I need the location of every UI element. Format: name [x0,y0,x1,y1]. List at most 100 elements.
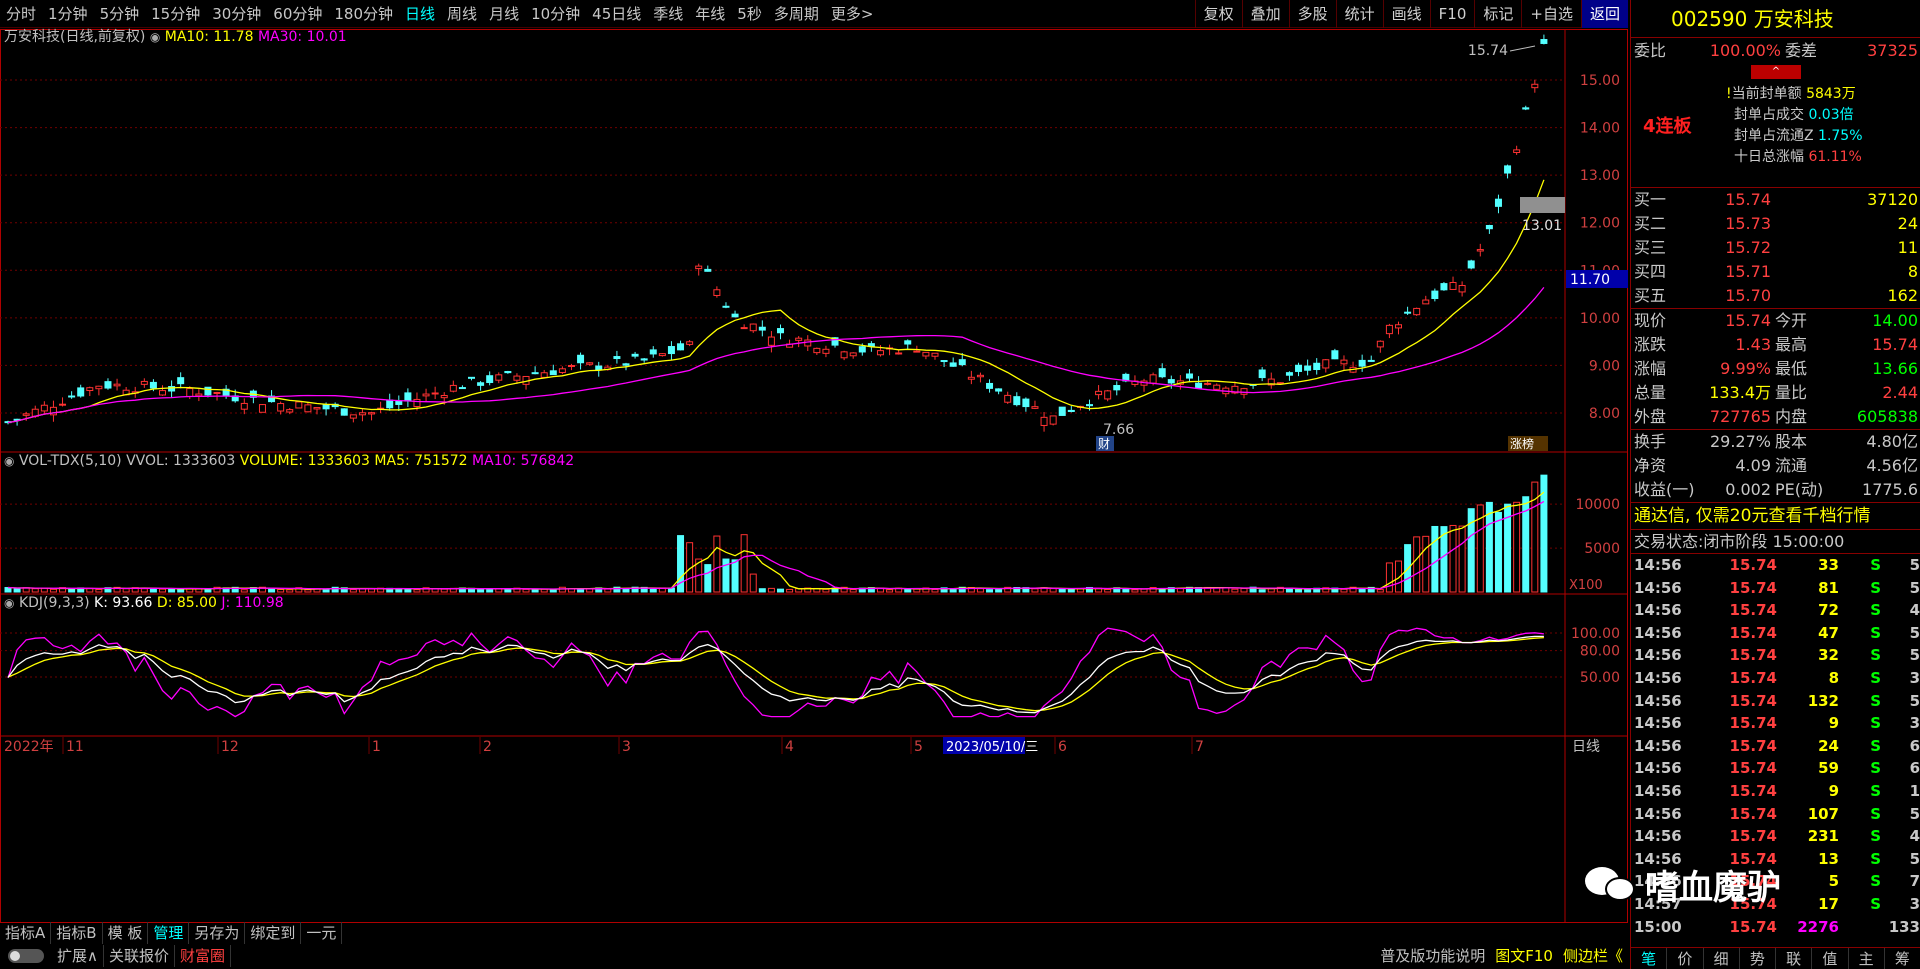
dropdown-icon[interactable]: ◉ [150,30,160,44]
period-tab-0[interactable]: 分时 [0,0,42,28]
period-tab-14[interactable]: 5秒 [731,0,768,28]
ten-day-value: 61.11% [1808,149,1862,165]
toolbar-button-0[interactable]: 复权 [1194,0,1242,28]
candle-body [577,354,585,364]
tick-row: 15:00 15.74 2276 133 [1631,916,1920,939]
candle-body [1404,311,1412,314]
tick-s: S [1870,804,1881,823]
candle-body [1531,83,1539,89]
chart-area[interactable]: 15.0014.0013.0012.0011.0010.009.008.0015… [0,29,1628,928]
kdj-j-label: J: 110.98 [221,595,284,611]
period-tab-13[interactable]: 年线 [689,0,731,28]
bottom-row2-button-0[interactable]: 扩展∧ [52,945,104,967]
tick-v: 5 [1828,872,1839,891]
period-tab-10[interactable]: 10分钟 [525,0,586,28]
volume-bar [1494,511,1502,593]
volume-bar [1122,588,1130,593]
quote-tab-7[interactable]: 筹 [1885,948,1920,969]
candle-body [1304,365,1312,371]
tick-t: 14:56 [1634,759,1682,778]
tick-row: 14:56 15.74 81 S 5 [1631,577,1920,600]
candle-body [722,305,730,308]
candle-body [468,376,475,379]
quote-tab-4[interactable]: 联 [1776,948,1813,969]
period-tab-4[interactable]: 30分钟 [206,0,267,28]
bottom-row2-button-1[interactable]: 关联报价 [104,945,175,967]
ad-banner[interactable]: 通达信, 仅需20元查看千档行情 [1631,503,1920,529]
bottom-toolbar: 指标A 指标B 模 板管理 另存为 绑定到 一元 扩展∧ 关联报价 财富圈 普及版功能说明 图文… [0,922,1628,969]
toolbar-button-4[interactable]: 画线 [1382,0,1430,28]
tick-row: 14:56 15.74 8 S 3 [1631,667,1920,690]
toolbar-button-6[interactable]: 标记 [1474,0,1521,28]
period-tab-5[interactable]: 60分钟 [267,0,328,28]
quote-tab-0[interactable]: 笔 [1631,948,1668,969]
bottom-button-1[interactable]: 指标B [51,922,103,944]
volume-bar [404,588,412,593]
period-tab-12[interactable]: 季线 [647,0,689,28]
period-tab-8[interactable]: 周线 [441,0,483,28]
period-tab-7[interactable]: 日线 [399,0,441,28]
volume-bar [976,588,984,593]
period-tab-11[interactable]: 45日线 [586,0,647,28]
quote-tab-6[interactable]: 主 [1849,948,1885,969]
volume-bar [477,588,485,593]
collapse-icon[interactable]: ^ [1751,65,1801,79]
bottom-button-2[interactable]: 模 板 [103,922,149,944]
toggle-switch[interactable] [8,949,44,963]
period-tab-1[interactable]: 1分钟 [42,0,94,28]
status-link-0[interactable]: 普及版功能说明 [1375,945,1490,967]
bottom-button-4[interactable]: 另存为 [189,922,246,944]
candle-body [159,390,166,396]
candle-body [686,341,694,345]
status-link-1[interactable]: 图文F10 [1490,945,1558,967]
bid-label: 买一 [1634,190,1667,209]
toolbar-button-8[interactable]: 返回 [1580,0,1628,28]
toolbar-button-2[interactable]: 多股 [1288,0,1336,28]
tick-s: S [1870,894,1881,913]
bid-price: 15.72 [1725,238,1771,257]
toolbar-button-7[interactable]: +自选 [1521,0,1581,28]
period-tab-3[interactable]: 15分钟 [145,0,206,28]
candle-body [1313,362,1321,371]
dropdown-icon[interactable]: ◉ [4,596,14,610]
weibi-label: 委比 [1634,41,1667,60]
bottom-button-0[interactable]: 指标A [0,922,52,944]
candle-body [1031,406,1039,409]
bid-volume: 8 [1907,262,1918,281]
bottom-button-6[interactable]: 一元 [301,922,343,944]
bottom-button-3[interactable]: 管理 [148,922,190,944]
stat-label: 收益(一) [1634,480,1695,499]
volume-bar [749,573,757,593]
candle-body [967,376,975,380]
period-tab-9[interactable]: 月线 [483,0,525,28]
date-axis-label: 1 [372,739,381,755]
period-tab-15[interactable]: 多周期 [768,0,825,28]
quote-tab-3[interactable]: 势 [1740,948,1776,969]
volume-bar [849,589,857,593]
stats-list: 现价 15.74 今开 14.00 涨跌 1.43 最高 15.74 涨幅 9.99% 最低 13.6… [1631,309,1920,430]
candle-body [186,388,194,397]
period-tab-6[interactable]: 180分钟 [328,0,399,28]
quote-tab-2[interactable]: 细 [1704,948,1740,969]
candle-body [913,350,921,353]
period-tab-2[interactable]: 5分钟 [94,0,146,28]
period-tab-16[interactable]: 更多> [825,0,880,28]
quote-tab-1[interactable]: 价 [1667,948,1704,969]
kline-chart-svg[interactable]: 15.0014.0013.0012.0011.0010.009.008.0015… [0,29,1628,928]
tick-row: 14:56 15.74 132 S 5 [1631,690,1920,713]
volume-bar [1340,588,1348,593]
tick-v: 13 [1818,849,1839,868]
bid-price: 15.71 [1725,262,1771,281]
dropdown-icon[interactable]: ◉ [4,454,14,468]
stat-row: 涨幅 9.99% 最低 13.66 [1631,357,1920,381]
bottom-row2-button-2[interactable]: 财富圈 [175,945,232,967]
toolbar-button-1[interactable]: 叠加 [1241,0,1289,28]
tick-n: 5 [1909,646,1920,665]
status-link-2[interactable]: 侧边栏《 [1558,945,1628,967]
toolbar-button-5[interactable]: F10 [1429,0,1475,28]
bottom-button-5[interactable]: 绑定到 [245,922,302,944]
candle-body [1049,415,1057,425]
toolbar-button-3[interactable]: 统计 [1335,0,1383,28]
wechat-icon [1585,865,1639,905]
quote-tab-5[interactable]: 值 [1812,948,1849,969]
